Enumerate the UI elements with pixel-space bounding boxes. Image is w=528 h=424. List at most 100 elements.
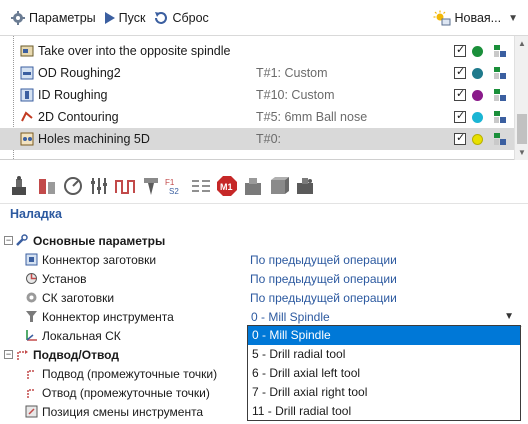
tab-list-icon[interactable] <box>190 175 212 197</box>
operation-tool: T#1: Custom <box>256 66 328 80</box>
svg-text:F1: F1 <box>165 178 175 187</box>
prop-value[interactable]: По предыдущей операции <box>250 291 397 305</box>
operation-row[interactable]: Take over into the opposite spindle <box>0 40 514 62</box>
operation-name: Holes machining 5D <box>38 132 150 146</box>
machine-icon <box>494 89 506 101</box>
scroll-up-icon[interactable]: ▲ <box>518 39 526 48</box>
operation-color-dot <box>472 67 483 79</box>
operation-name: 2D Contouring <box>38 110 119 124</box>
tab-fixture-icon[interactable] <box>242 175 264 197</box>
sun-icon <box>433 10 451 26</box>
tab-tool-icon[interactable] <box>36 175 58 197</box>
tool-change-icon <box>25 405 38 418</box>
operation-list-scrollbar[interactable]: ▲ ▼ <box>514 36 528 160</box>
prop-label: СК заготовки <box>42 290 115 305</box>
operation-row-selected[interactable]: Holes machining 5D T#0: <box>0 128 514 150</box>
operation-color-dot <box>472 111 483 123</box>
section-title: Наладка <box>10 207 63 221</box>
contouring-operation-icon <box>21 111 33 122</box>
operation-tool: T#10: Custom <box>256 88 335 102</box>
axes-icon <box>26 330 37 341</box>
operation-enabled-checkbox[interactable] <box>454 65 466 79</box>
coordinate-system-icon <box>26 292 37 303</box>
tab-f1s2-icon[interactable]: F1S2 <box>164 175 186 197</box>
tab-levels-icon[interactable] <box>88 175 110 197</box>
collapse-icon[interactable]: − <box>4 350 13 359</box>
reset-label: Сброс <box>172 10 209 25</box>
prop-label: Подвод (промежуточные точки) <box>42 366 218 381</box>
group-label: Подвод/Отвод <box>33 347 119 362</box>
gear-icon <box>11 10 25 25</box>
tab-machine-icon[interactable] <box>294 175 316 197</box>
chevron-down-icon[interactable]: ▼ <box>504 311 514 322</box>
tool-connector-dropdown: 0 - Mill Spindle 5 - Drill radial tool 6… <box>247 325 521 421</box>
operation-row[interactable]: 2D Contouring T#5: 6mm Ball nose <box>0 106 514 128</box>
approach-icon <box>27 370 35 379</box>
reset-icon <box>155 11 168 24</box>
params-label: Параметры <box>29 10 96 25</box>
prop-value[interactable]: По предыдущей операции <box>250 253 397 267</box>
tab-setup-icon[interactable] <box>8 175 30 197</box>
tab-m1-icon[interactable]: M1 <box>216 175 238 197</box>
operation-enabled-checkbox[interactable] <box>454 43 466 57</box>
new-label: Новая... <box>454 11 502 25</box>
prop-stock-cs[interactable]: СК заготовки По предыдущей операции <box>0 288 528 307</box>
scrollbar-thumb[interactable] <box>517 114 527 144</box>
dropdown-option-selected[interactable]: 0 - Mill Spindle <box>248 326 520 345</box>
tab-drill-tool-icon[interactable] <box>140 175 162 197</box>
operation-enabled-checkbox[interactable] <box>454 109 466 123</box>
play-icon <box>104 11 115 24</box>
dropdown-option[interactable]: 7 - Drill axial right tool <box>248 383 520 402</box>
machine-icon <box>494 45 506 57</box>
new-operation-button[interactable]: Новая... ▼ <box>433 6 518 30</box>
setup-icon <box>26 273 37 284</box>
tab-feed-icon[interactable] <box>62 175 84 197</box>
operation-name: ID Roughing <box>38 88 108 102</box>
stock-connector-icon <box>25 253 38 266</box>
prop-label: Отвод (промежуточные точки) <box>42 385 210 400</box>
operation-enabled-checkbox[interactable] <box>454 87 466 101</box>
operation-enabled-checkbox[interactable] <box>454 131 466 145</box>
prop-label: Локальная СК <box>42 328 121 343</box>
tool-connector-icon <box>26 311 37 322</box>
tab-stock-icon[interactable] <box>268 175 290 197</box>
operation-row[interactable]: OD Roughing2 T#1: Custom <box>0 62 514 84</box>
machine-icon <box>494 133 506 145</box>
run-label: Пуск <box>118 10 146 25</box>
turning-operation-icon <box>20 88 34 102</box>
approach-retract-icon <box>17 350 28 360</box>
spindle-transfer-icon <box>20 45 34 57</box>
scroll-down-icon[interactable]: ▼ <box>518 148 526 157</box>
svg-text:S2: S2 <box>169 187 179 196</box>
group-label: Основные параметры <box>33 233 166 248</box>
operation-color-dot <box>472 133 483 145</box>
machine-icon <box>494 111 506 123</box>
svg-text:M1: M1 <box>220 182 233 192</box>
prop-label: Позиция смены инструмента <box>42 404 204 419</box>
prop-label: Коннектор инструмента <box>42 309 174 324</box>
operation-color-dot <box>472 45 483 57</box>
params-button[interactable]: Параметры <box>6 6 100 30</box>
retract-icon <box>27 389 35 398</box>
group-main-params[interactable]: − Основные параметры <box>0 231 528 250</box>
prop-setup[interactable]: Установ По предыдущей операции <box>0 269 528 288</box>
drilling-operation-icon <box>20 132 34 146</box>
dropdown-option[interactable]: 11 - Drill radial tool <box>248 402 520 421</box>
chevron-down-icon: ▼ <box>508 12 518 24</box>
reset-button[interactable]: Сброс <box>149 6 212 30</box>
prop-value[interactable]: По предыдущей операции <box>250 272 397 286</box>
prop-stock-connector[interactable]: Коннектор заготовки По предыдущей операц… <box>0 250 528 269</box>
dropdown-option[interactable]: 6 - Drill axial left tool <box>248 364 520 383</box>
operation-row[interactable]: ID Roughing T#10: Custom <box>0 84 514 106</box>
collapse-icon[interactable]: − <box>4 236 13 245</box>
parameter-tabs: F1 S2 M1 <box>0 170 528 204</box>
operation-tool: T#0: <box>256 132 282 146</box>
tab-strategy-icon[interactable] <box>114 175 136 197</box>
dropdown-option[interactable]: 5 - Drill radial tool <box>248 345 520 364</box>
turning-operation-icon <box>20 66 34 80</box>
operation-list: Take over into the opposite spindle OD R… <box>0 36 528 160</box>
operation-tool: T#5: 6mm Ball nose <box>256 110 368 124</box>
run-button[interactable]: Пуск <box>100 6 150 30</box>
operation-color-dot <box>472 89 483 101</box>
tool-connector-value: 0 - Mill Spindle <box>251 310 330 324</box>
